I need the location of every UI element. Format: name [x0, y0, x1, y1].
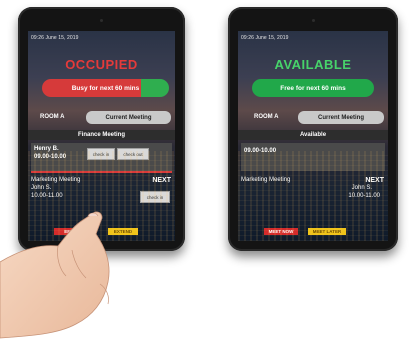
current-meeting-button[interactable]: Current Meeting: [298, 111, 384, 124]
available-bar: Available: [238, 130, 388, 140]
next-meeting-title: Marketing Meeting: [31, 177, 81, 183]
next-label: NEXT: [152, 177, 171, 184]
current-meeting-button[interactable]: Current Meeting: [86, 111, 171, 124]
current-meeting-panel: Henry B. 09.00-10.00 check in check out: [31, 143, 172, 173]
next-time: 10.00-11.00: [31, 193, 63, 199]
room-label: ROOM A: [40, 114, 65, 120]
free-banner: Free for next 60 mins: [252, 79, 374, 97]
status-title: AVAILABLE: [274, 57, 352, 72]
available-panel: 09.00-10.00: [241, 143, 385, 171]
status-title: OCCUPIED: [65, 57, 138, 72]
available-time: 09.00-10.00: [244, 148, 277, 154]
camera-dot: [100, 19, 103, 22]
meeting-time: 09.00-10.00: [34, 154, 67, 160]
right-tablet: 09:26 June 15, 2019 AVAILABLE Free for n…: [228, 7, 398, 251]
check-out-button[interactable]: check out: [117, 148, 149, 160]
meet-now-button[interactable]: MEET NOW: [264, 228, 298, 235]
camera-dot: [311, 19, 315, 22]
next-time: 10.00-11.00: [348, 193, 380, 199]
next-meeting-title: Marketing Meeting: [241, 177, 291, 183]
next-host: John S.: [31, 185, 52, 191]
right-screen: 09:26 June 15, 2019 AVAILABLE Free for n…: [238, 31, 388, 241]
next-host: John S.: [351, 185, 372, 191]
meeting-title-bar: Finance Meeting: [28, 130, 175, 140]
next-label: NEXT: [365, 177, 384, 184]
left-screen: 09:26 June 15, 2019 OCCUPIED Busy for ne…: [28, 31, 175, 241]
next-check-in-button[interactable]: check in: [140, 191, 170, 203]
host-name: Henry B.: [34, 146, 59, 152]
busy-banner: Busy for next 60 mins: [42, 79, 169, 97]
check-in-button[interactable]: check in: [87, 148, 115, 160]
meet-later-button[interactable]: MEET LATER: [308, 228, 346, 235]
datetime-label: 09:26 June 15, 2019: [241, 35, 289, 41]
room-label: ROOM A: [254, 114, 279, 120]
end-button[interactable]: END: [54, 228, 84, 235]
datetime-label: 09:26 June 15, 2019: [31, 35, 79, 41]
extend-button[interactable]: EXTEND: [108, 228, 138, 235]
left-tablet: 09:26 June 15, 2019 OCCUPIED Busy for ne…: [18, 7, 185, 251]
